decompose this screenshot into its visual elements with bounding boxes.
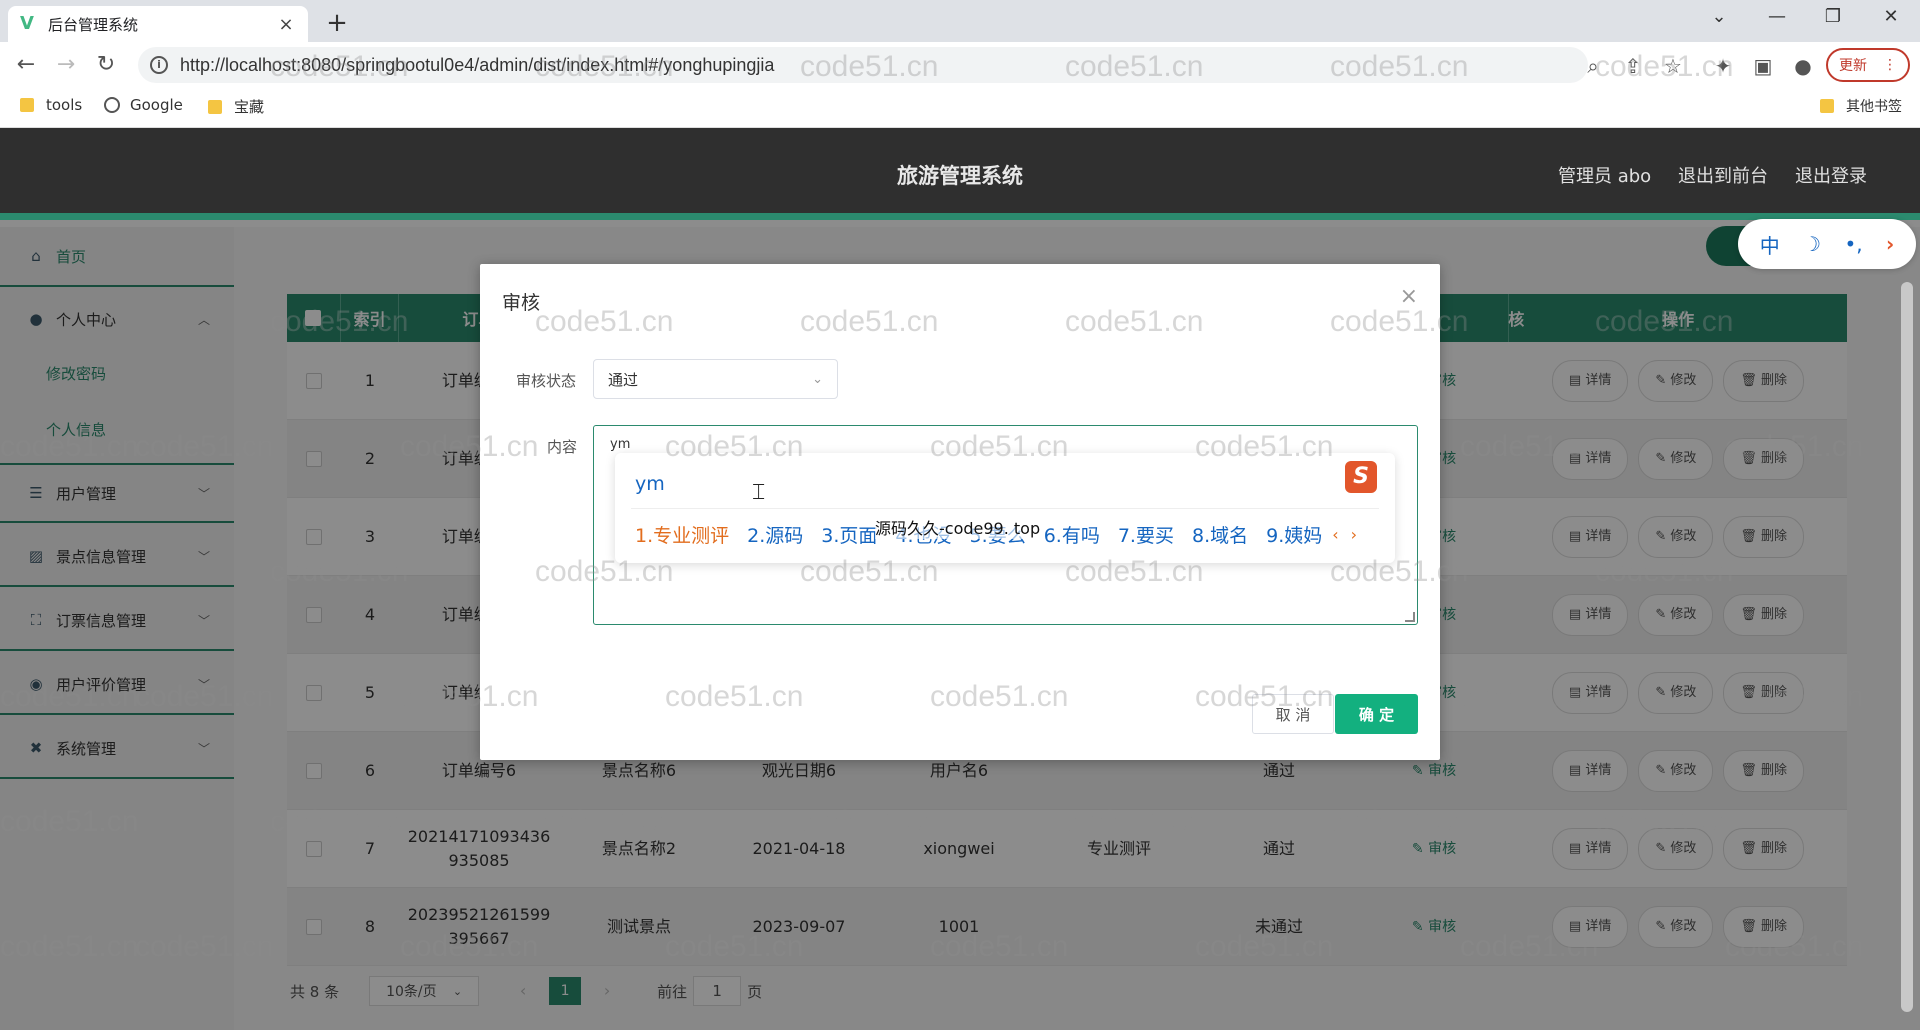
- browser-tab[interactable]: V 后台管理系统 ×: [8, 6, 308, 42]
- address-bar[interactable]: i http://localhost:8080/springbootul0e4/…: [138, 47, 1588, 83]
- text-cursor-icon: ⌶: [752, 480, 766, 505]
- bookmark-google[interactable]: Google: [104, 96, 183, 114]
- content-text: ym: [610, 437, 631, 452]
- bookmarks-bar: tools Google 宝藏 其他书签: [0, 88, 1920, 128]
- ime-page-arrows[interactable]: ‹›: [1332, 525, 1369, 544]
- cancel-button[interactable]: 取 消: [1252, 694, 1334, 734]
- new-tab-button[interactable]: +: [322, 8, 352, 38]
- site-info-icon[interactable]: i: [150, 56, 168, 74]
- folder-icon: [1820, 99, 1834, 113]
- ime-divider: [631, 508, 1379, 509]
- globe-icon: [104, 97, 120, 113]
- moon-icon[interactable]: ☽: [1803, 232, 1821, 256]
- ime-candidate-window: ym S 1.专业测评 2.源码 3.页面 4.也没 5.要么 6.有吗 7.要…: [615, 453, 1395, 563]
- share-icon[interactable]: ⇪: [1620, 54, 1646, 78]
- confirm-button[interactable]: 确 定: [1335, 694, 1418, 734]
- bookmark-other[interactable]: 其他书签: [1820, 96, 1902, 116]
- menu-dots-icon: ⋮: [1883, 57, 1897, 73]
- ime-tooltip: 源码久久-code99. top: [875, 515, 1041, 539]
- sidepanel-icon[interactable]: ▣: [1750, 54, 1776, 78]
- profile-icon[interactable]: ●: [1790, 54, 1816, 78]
- url-text: http://localhost:8080/springbootul0e4/ad…: [180, 54, 775, 75]
- close-icon[interactable]: ×: [1400, 284, 1418, 309]
- back-icon[interactable]: ←: [10, 50, 42, 80]
- extensions-icon[interactable]: ✦: [1710, 54, 1736, 78]
- folder-icon: [20, 98, 34, 112]
- tab-search-icon[interactable]: ⌄: [1694, 6, 1744, 27]
- sogou-logo-icon[interactable]: S: [1345, 461, 1377, 493]
- bookmark-tools[interactable]: tools: [20, 96, 82, 114]
- zoom-icon[interactable]: ⌕: [1580, 54, 1606, 78]
- dialog-title: 审核: [502, 292, 541, 314]
- ime-candidate[interactable]: 8.域名: [1192, 521, 1248, 548]
- reload-icon[interactable]: ↻: [90, 50, 122, 80]
- status-select-value: 通过: [608, 370, 639, 389]
- bookmark-treasure[interactable]: 宝藏: [208, 96, 264, 117]
- browser-tabstrip: V 后台管理系统 × + ⌄ — ❐ ✕: [0, 0, 1920, 42]
- vue-logo-icon: V: [20, 13, 34, 34]
- ime-mode-toggle[interactable]: 中: [1760, 230, 1780, 259]
- folder-icon: [208, 99, 222, 114]
- chevron-down-icon: ⌄: [812, 371, 823, 387]
- logout-link[interactable]: 退出登录: [1795, 162, 1867, 188]
- bookmark-label: 其他书签: [1846, 99, 1902, 115]
- ime-composition: ym: [635, 473, 665, 495]
- resize-handle[interactable]: [1405, 612, 1415, 622]
- ime-candidate[interactable]: 9.姨妈: [1266, 521, 1322, 548]
- tab-close-icon[interactable]: ×: [276, 14, 296, 35]
- admin-label: 管理员 abo: [1558, 166, 1652, 187]
- app-header: 旅游管理系统 管理员 abo 退出到前台 退出登录: [0, 128, 1920, 220]
- ime-candidate[interactable]: 6.有吗: [1044, 521, 1100, 548]
- ime-candidate[interactable]: 2.源码: [747, 521, 803, 548]
- forward-icon[interactable]: →: [50, 50, 82, 80]
- update-label: 更新: [1839, 58, 1867, 74]
- ime-candidate[interactable]: 7.要买: [1118, 521, 1174, 548]
- tab-title: 后台管理系统: [48, 15, 139, 34]
- ime-toolbar: 中 ☽ •, ›: [1738, 219, 1916, 269]
- ime-candidate[interactable]: 3.页面: [821, 521, 877, 548]
- bookmark-label: Google: [130, 96, 183, 114]
- minimize-icon[interactable]: —: [1752, 6, 1802, 27]
- page-scrollbar[interactable]: [1901, 282, 1913, 1012]
- status-label: 审核状态: [516, 372, 577, 390]
- browser-toolbar: ← → ↻ i http://localhost:8080/springboot…: [0, 42, 1920, 88]
- bookmark-label: 宝藏: [234, 98, 265, 116]
- bookmark-label: tools: [46, 96, 83, 114]
- punctuation-icon[interactable]: •,: [1844, 232, 1862, 256]
- content-label: 内容: [547, 438, 578, 456]
- back-to-front-link[interactable]: 退出到前台: [1678, 162, 1768, 188]
- close-window-icon[interactable]: ✕: [1866, 6, 1916, 27]
- restore-icon[interactable]: ❐: [1808, 6, 1858, 27]
- chevron-right-icon[interactable]: ›: [1886, 232, 1894, 256]
- bookmark-star-icon[interactable]: ☆: [1660, 54, 1686, 78]
- status-select[interactable]: 通过 ⌄: [593, 359, 838, 399]
- ime-candidate[interactable]: 1.专业测评: [635, 521, 729, 548]
- update-button[interactable]: 更新 ⋮: [1826, 48, 1910, 82]
